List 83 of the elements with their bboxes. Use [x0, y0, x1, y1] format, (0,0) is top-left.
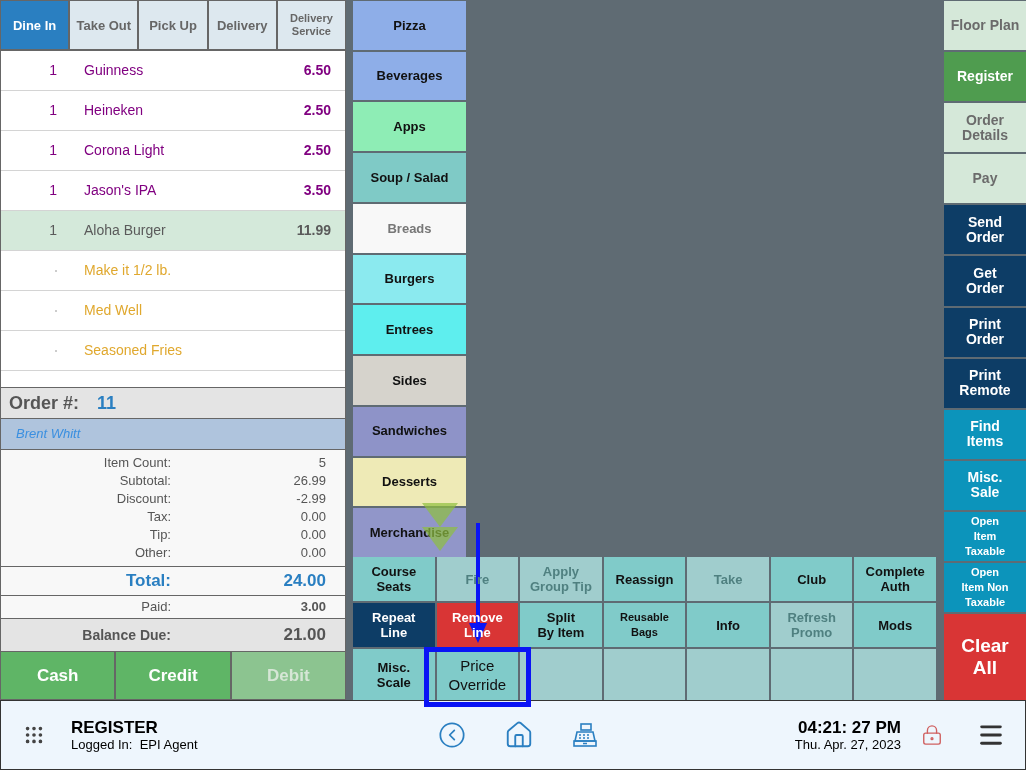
summary-value: -2.99: [295, 490, 326, 509]
function-button[interactable]: Course Seats: [353, 557, 435, 601]
paid-value: 3.00: [299, 598, 326, 617]
item-price: 3.50: [303, 181, 331, 200]
order-number-label: Order #:: [9, 391, 80, 415]
category-button[interactable]: Beverages: [353, 51, 466, 101]
category-button[interactable]: Pizza: [353, 1, 466, 50]
item-quantity: 1: [48, 221, 57, 240]
summary-value: 0.00: [299, 508, 326, 527]
home-icon[interactable]: [504, 720, 534, 750]
item-quantity: 1: [48, 101, 57, 120]
side-button[interactable]: Open Item Non Taxable: [944, 563, 1026, 613]
summary-label: Item Count:: [102, 454, 171, 473]
side-button[interactable]: Print Order: [944, 307, 1026, 357]
customer-name: Brent Whitt: [16, 425, 81, 444]
item-quantity: 1: [48, 61, 57, 80]
category-button[interactable]: Sandwiches: [353, 406, 466, 456]
category-button[interactable]: Soup / Salad: [353, 153, 466, 202]
apps-grid-icon[interactable]: [23, 724, 45, 746]
summary-label: Tip:: [148, 526, 171, 545]
side-button[interactable]: Pay: [944, 154, 1026, 204]
item-quantity: 1: [48, 181, 57, 200]
item-price: 2.50: [303, 101, 331, 120]
function-button[interactable]: Misc. Scale: [353, 649, 435, 700]
item-name: Corona Light: [84, 141, 166, 160]
side-button[interactable]: Register: [944, 52, 1026, 102]
clock-date: Thu. Apr. 27, 2023: [794, 737, 901, 752]
item-price: 6.50: [303, 61, 331, 80]
category-button[interactable]: Sides: [353, 356, 466, 405]
function-button[interactable]: Mods: [854, 603, 936, 647]
function-button[interactable]: Split By Item: [520, 603, 602, 647]
total-value: 24.00: [282, 570, 326, 593]
item-name: Heineken: [84, 101, 145, 120]
function-button[interactable]: Reusable Bags: [603, 603, 686, 647]
function-button[interactable]: Repeat Line: [353, 603, 435, 647]
function-button[interactable]: Club: [770, 557, 853, 601]
summary-label: Discount:: [115, 490, 171, 509]
total-label: Total:: [125, 570, 171, 593]
summary-value: 0.00: [299, 544, 326, 563]
side-button[interactable]: Print Remote: [944, 358, 1026, 408]
function-button[interactable]: Reassign: [603, 557, 686, 601]
side-button[interactable]: Open Item Taxable: [944, 511, 1026, 562]
order-type-tab[interactable]: Take Out: [70, 1, 138, 49]
side-button[interactable]: Get Order: [944, 256, 1026, 306]
category-button[interactable]: Entrees: [353, 305, 466, 355]
item-price: 2.50: [303, 141, 331, 160]
order-number: 11: [97, 391, 117, 415]
item-price: 11.99: [296, 221, 331, 240]
balance-due-label: Balance Due:: [81, 625, 171, 645]
paid-label: Paid:: [140, 598, 171, 617]
summary-label: Subtotal:: [118, 472, 171, 491]
category-button[interactable]: Apps: [353, 102, 466, 152]
order-type-tab[interactable]: Delivery: [208, 1, 276, 49]
side-button[interactable]: Find Items: [944, 409, 1026, 459]
side-button[interactable]: Misc. Sale: [944, 460, 1026, 510]
side-button[interactable]: Send Order: [944, 205, 1026, 255]
function-button[interactable]: Complete Auth: [854, 557, 936, 601]
summary-label: Tax:: [146, 508, 171, 527]
summary-value: 5: [317, 454, 326, 473]
side-button[interactable]: Order Details: [944, 103, 1026, 153]
screen-title: REGISTER: [71, 718, 159, 737]
balance-due-value: 21.00: [282, 624, 326, 647]
item-name: Aloha Burger: [84, 221, 167, 240]
category-button[interactable]: Desserts: [353, 457, 466, 507]
back-icon[interactable]: [438, 721, 466, 749]
order-type-tab[interactable]: Delivery Service: [277, 1, 345, 49]
order-type-tab[interactable]: Dine In: [1, 1, 69, 49]
category-button[interactable]: Burgers: [353, 254, 466, 304]
summary-value: 26.99: [292, 472, 326, 491]
item-name: Jason's IPA: [84, 181, 158, 200]
order-type-tab[interactable]: Pick Up: [139, 1, 207, 49]
side-button[interactable]: Clear All: [944, 614, 1026, 701]
clock-time: 04:21: 27 PM: [798, 718, 901, 737]
logged-in-user: Logged In: EPI Agent: [71, 736, 198, 752]
summary-value: 0.00: [299, 526, 326, 545]
function-button[interactable]: Price Override: [436, 649, 519, 700]
cash-register-icon[interactable]: [572, 722, 598, 748]
lock-icon[interactable]: [921, 724, 943, 746]
item-name: Guinness: [84, 61, 145, 80]
summary-label: Other:: [133, 544, 171, 563]
side-button[interactable]: Floor Plan: [944, 1, 1026, 51]
item-quantity: 1: [48, 141, 57, 160]
function-button[interactable]: Info: [687, 603, 769, 647]
